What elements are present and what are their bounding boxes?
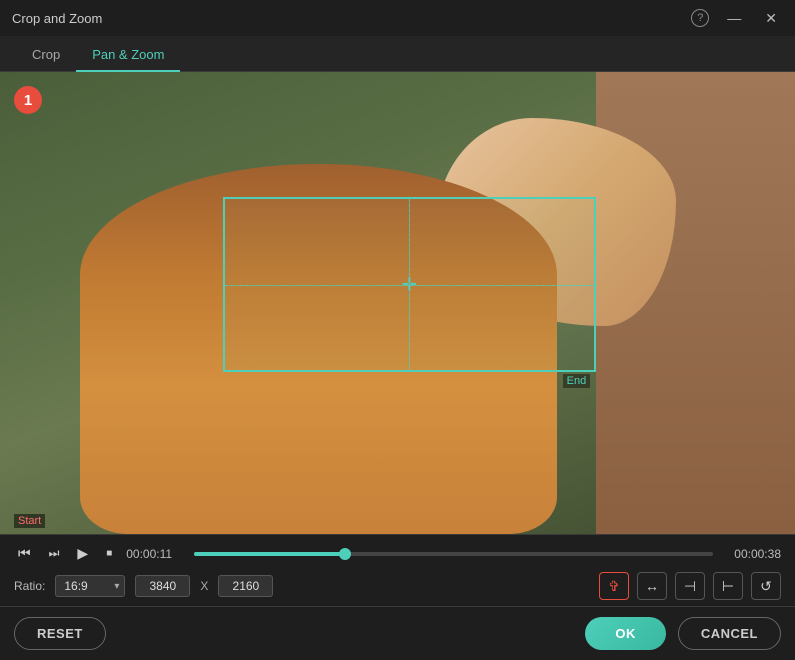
dimension-separator: X [200, 579, 208, 593]
window-controls: ? — ✕ [691, 8, 783, 29]
video-preview: 1 ✛ End Start [0, 72, 795, 534]
height-value: 2160 [218, 575, 273, 597]
flip-h-button[interactable]: ↔ [637, 572, 667, 600]
minimize-button[interactable]: — [721, 8, 747, 28]
playback-row: ⏮ ⏭ ▶ ■ 00:00:11 00:00:38 [14, 543, 781, 564]
ratio-select-wrap: 16:9 4:3 1:1 9:16 Custom [55, 575, 125, 597]
right-buttons: OK CANCEL [585, 617, 781, 650]
keyframe-badge: 1 [14, 86, 42, 114]
ratio-select[interactable]: 16:9 4:3 1:1 9:16 Custom [55, 575, 125, 597]
progress-thumb[interactable] [339, 548, 351, 560]
align-left-icon: ⊣ [684, 578, 696, 595]
align-left-button[interactable]: ⊣ [675, 572, 705, 600]
current-time: 00:00:11 [126, 547, 184, 561]
rotate-button[interactable]: ↺ [751, 572, 781, 600]
flip-h-icon: ↔ [645, 578, 659, 594]
ratio-row: Ratio: 16:9 4:3 1:1 9:16 Custom 3840 X 2… [14, 572, 781, 600]
tab-pan-zoom[interactable]: Pan & Zoom [76, 39, 180, 72]
progress-bar[interactable] [194, 552, 713, 556]
cancel-button[interactable]: CANCEL [678, 617, 781, 650]
titlebar: Crop and Zoom ? — ✕ [0, 0, 795, 36]
scene-dog [80, 164, 557, 534]
width-value: 3840 [135, 575, 190, 597]
fit-icon: ✞ [608, 578, 620, 595]
align-right-button[interactable]: ⊢ [713, 572, 743, 600]
ok-button[interactable]: OK [585, 617, 666, 650]
help-icon[interactable]: ? [691, 9, 709, 27]
fit-tool-button[interactable]: ✞ [599, 572, 629, 600]
controls-area: ⏮ ⏭ ▶ ■ 00:00:11 00:00:38 Ratio: 16:9 4:… [0, 534, 795, 606]
play-button[interactable]: ▶ [73, 543, 92, 564]
tab-crop[interactable]: Crop [16, 39, 76, 72]
stop-button[interactable]: ■ [102, 546, 116, 561]
ratio-label: Ratio: [14, 579, 45, 593]
align-right-icon: ⊢ [722, 578, 734, 595]
progress-fill [194, 552, 344, 556]
step-back-button[interactable]: ⏭ [45, 544, 64, 563]
action-row: RESET OK CANCEL [0, 606, 795, 660]
frame-start-label: Start [14, 514, 45, 528]
window-title: Crop and Zoom [12, 11, 102, 26]
prev-frame-button[interactable]: ⏮ [14, 543, 35, 564]
reset-button[interactable]: RESET [14, 617, 106, 650]
total-time: 00:00:38 [723, 547, 781, 561]
crop-tools: ✞ ↔ ⊣ ⊢ ↺ [599, 572, 781, 600]
close-button[interactable]: ✕ [759, 8, 783, 29]
rotate-icon: ↺ [760, 578, 772, 595]
tab-bar: Crop Pan & Zoom [0, 36, 795, 72]
